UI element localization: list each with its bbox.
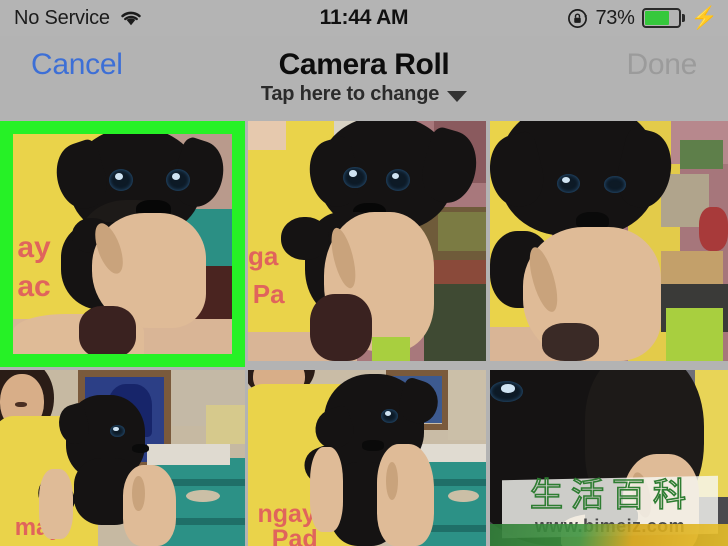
photo-thumbnail-3[interactable]: may bbox=[0, 370, 245, 546]
chevron-down-icon bbox=[447, 90, 468, 102]
shirt-text: ga bbox=[248, 241, 279, 271]
album-switcher-button[interactable]: Tap here to change bbox=[260, 83, 468, 106]
rotation-lock-icon bbox=[567, 8, 588, 29]
photo-thumbnail-4[interactable]: ngay Pad bbox=[248, 370, 486, 546]
lightning-bolt-icon: ⚡ bbox=[690, 5, 718, 30]
battery-fill bbox=[644, 11, 669, 25]
clock-label: 11:44 AM bbox=[319, 6, 409, 29]
navigation-title-group: Camera Roll Tap here to change bbox=[0, 36, 728, 106]
phone-screen: No Service 11:44 AM 73% ⚡ Cancel Camera … bbox=[0, 0, 728, 546]
photo-grid-item-0-selection[interactable]: ay ac bbox=[0, 121, 245, 367]
status-bar: No Service 11:44 AM 73% ⚡ bbox=[0, 0, 728, 36]
battery-percent-label: 73% bbox=[595, 6, 635, 29]
shirt-text: Pa bbox=[252, 279, 285, 310]
photo-thumbnail-1[interactable]: ga Pa bbox=[248, 121, 486, 361]
photo-thumbnail-5[interactable]: 生活百科 www.bimeiz.com bbox=[490, 370, 728, 546]
shirt-text: ay bbox=[17, 230, 51, 264]
done-button[interactable]: Done bbox=[626, 48, 697, 82]
page-title: Camera Roll bbox=[278, 48, 450, 81]
navigation-bar: Cancel Camera Roll Tap here to change Do… bbox=[0, 36, 728, 121]
photo-grid: ay ac ga Pa may ngay Pad www.bimeiz.com bbox=[0, 121, 728, 546]
photo-thumbnail-0[interactable]: ay ac bbox=[13, 134, 232, 354]
album-switcher-label: Tap here to change bbox=[260, 83, 440, 105]
shirt-text: Pad bbox=[271, 524, 318, 546]
battery-icon bbox=[641, 8, 685, 28]
photo-thumbnail-2[interactable] bbox=[490, 121, 728, 361]
shirt-text: ac bbox=[17, 270, 51, 304]
status-bar-right: 73% ⚡ bbox=[567, 7, 718, 30]
